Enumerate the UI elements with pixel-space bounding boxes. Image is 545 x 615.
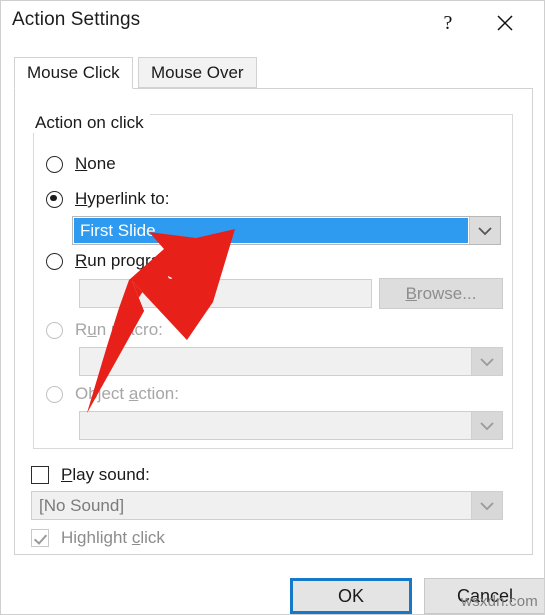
checkbox-highlight-click-label: Highlight click — [61, 528, 165, 547]
checkbox-row-highlight-click[interactable]: Highlight click — [31, 528, 165, 548]
ok-button-label: OK — [337, 585, 364, 606]
chevron-down-icon[interactable] — [471, 412, 502, 439]
radio-row-none[interactable]: None — [46, 154, 116, 174]
close-icon[interactable] — [482, 1, 528, 45]
browse-button-label: Browse... — [405, 283, 477, 303]
radio-row-run-macro[interactable]: Run macro: — [46, 320, 163, 340]
run-program-textbox[interactable] — [79, 279, 372, 308]
watermark: wsxdn.com — [461, 593, 538, 610]
hyperlink-to-combo-value: First Slide — [73, 217, 469, 244]
run-macro-combo[interactable] — [79, 347, 503, 376]
radio-run-macro[interactable] — [46, 321, 63, 339]
hyperlink-to-combo[interactable]: First Slide — [72, 216, 501, 245]
action-settings-dialog: Action Settings ? Mouse Click Mouse Over… — [0, 0, 545, 615]
radio-hyperlink-to-label: Hyperlink to: — [75, 189, 170, 208]
action-on-click-legend: Action on click — [29, 113, 150, 133]
radio-object-action-label: Object action: — [75, 384, 179, 403]
play-sound-combo[interactable]: [No Sound] — [31, 491, 503, 520]
radio-run-macro-label: Run macro: — [75, 320, 163, 339]
radio-row-run-program[interactable]: Run program: — [46, 251, 179, 271]
tab-strip: Mouse Click Mouse Over — [14, 57, 533, 89]
object-action-combo-value — [80, 412, 471, 439]
chevron-down-icon[interactable] — [471, 348, 502, 375]
radio-hyperlink-to[interactable] — [46, 190, 63, 208]
checkbox-play-sound[interactable] — [31, 466, 49, 484]
checkbox-row-play-sound[interactable]: Play sound: — [31, 465, 150, 485]
radio-run-program[interactable] — [46, 252, 63, 270]
radio-none-label: None — [75, 154, 116, 173]
checkbox-highlight-click[interactable] — [31, 529, 49, 547]
radio-row-object-action[interactable]: Object action: — [46, 384, 179, 404]
chevron-down-icon[interactable] — [471, 492, 502, 519]
radio-object-action[interactable] — [46, 385, 63, 403]
play-sound-combo-value: [No Sound] — [32, 492, 471, 519]
browse-button[interactable]: Browse... — [379, 278, 503, 309]
tab-mouse-over-label: Mouse Over — [151, 62, 244, 82]
checkbox-play-sound-label: Play sound: — [61, 465, 150, 484]
ok-button[interactable]: OK — [290, 578, 412, 614]
title-bar: Action Settings ? — [1, 1, 544, 47]
radio-none[interactable] — [46, 155, 63, 173]
radio-run-program-label: Run program: — [75, 251, 179, 270]
object-action-combo[interactable] — [79, 411, 503, 440]
radio-row-hyperlink-to[interactable]: Hyperlink to: — [46, 189, 169, 209]
chevron-down-icon[interactable] — [469, 217, 500, 244]
tab-mouse-click[interactable]: Mouse Click — [14, 57, 133, 89]
help-icon[interactable]: ? — [425, 1, 471, 45]
run-macro-combo-value — [80, 348, 471, 375]
tab-mouse-click-label: Mouse Click — [27, 63, 120, 82]
tab-mouse-over[interactable]: Mouse Over — [138, 57, 257, 88]
window-title: Action Settings — [12, 9, 141, 30]
